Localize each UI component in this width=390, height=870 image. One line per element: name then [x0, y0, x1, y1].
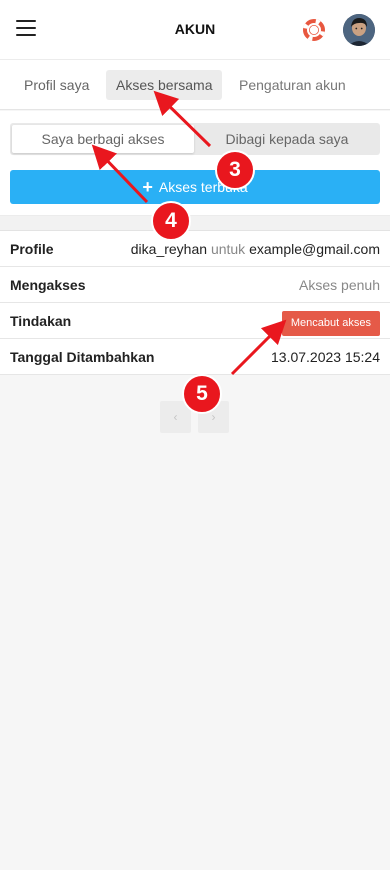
- detail-row-action: Tindakan Mencabut akses: [0, 303, 390, 339]
- annotation-badge-4: 4: [151, 201, 191, 241]
- annotation-badge-5: 5: [182, 374, 222, 414]
- access-label: Mengakses: [10, 277, 86, 293]
- plus-icon: +: [142, 177, 153, 197]
- profile-email: example@gmail.com: [249, 241, 380, 257]
- profile-username: dika_reyhan: [130, 241, 208, 257]
- open-access-button[interactable]: + Akses terbuka: [10, 170, 380, 204]
- shared-access-panel: Saya berbagi akses Dibagi kepada saya + …: [0, 111, 390, 215]
- tab-profile[interactable]: Profil saya: [14, 70, 99, 100]
- revoke-access-button[interactable]: Mencabut akses: [281, 311, 380, 336]
- subtab-i-share[interactable]: Saya berbagi akses: [12, 125, 194, 153]
- action-label: Tindakan: [10, 313, 72, 329]
- access-direction-toggle: Saya berbagi akses Dibagi kepada saya: [10, 123, 380, 155]
- detail-row-access: Mengakses Akses penuh: [0, 267, 390, 303]
- tab-shared-access[interactable]: Akses bersama: [106, 70, 223, 100]
- detail-row-profile: Profile dika_reyhan untuk example@gmail.…: [0, 231, 390, 267]
- date-added-value: 13.07.2023 15:24: [271, 349, 380, 365]
- date-added-label: Tanggal Ditambahkan: [10, 349, 155, 365]
- profile-connector: untuk: [210, 241, 246, 257]
- shared-access-details: Profile dika_reyhan untuk example@gmail.…: [0, 230, 390, 375]
- account-tabs: Profil saya Akses bersama Pengaturan aku…: [0, 60, 390, 110]
- access-value: Akses penuh: [299, 277, 380, 293]
- user-avatar[interactable]: [343, 14, 375, 46]
- subtab-shared-with-me[interactable]: Dibagi kepada saya: [196, 125, 378, 153]
- lifebuoy-icon[interactable]: [303, 19, 325, 41]
- detail-row-date: Tanggal Ditambahkan 13.07.2023 15:24: [0, 339, 390, 375]
- profile-value: dika_reyhan untuk example@gmail.com: [131, 241, 380, 257]
- page-title: AKUN: [174, 21, 216, 37]
- tab-account-settings[interactable]: Pengaturan akun: [229, 70, 356, 100]
- section-divider: [0, 215, 390, 230]
- profile-label: Profile: [10, 241, 54, 257]
- app-header: AKUN: [0, 0, 390, 60]
- annotation-badge-3: 3: [215, 150, 255, 190]
